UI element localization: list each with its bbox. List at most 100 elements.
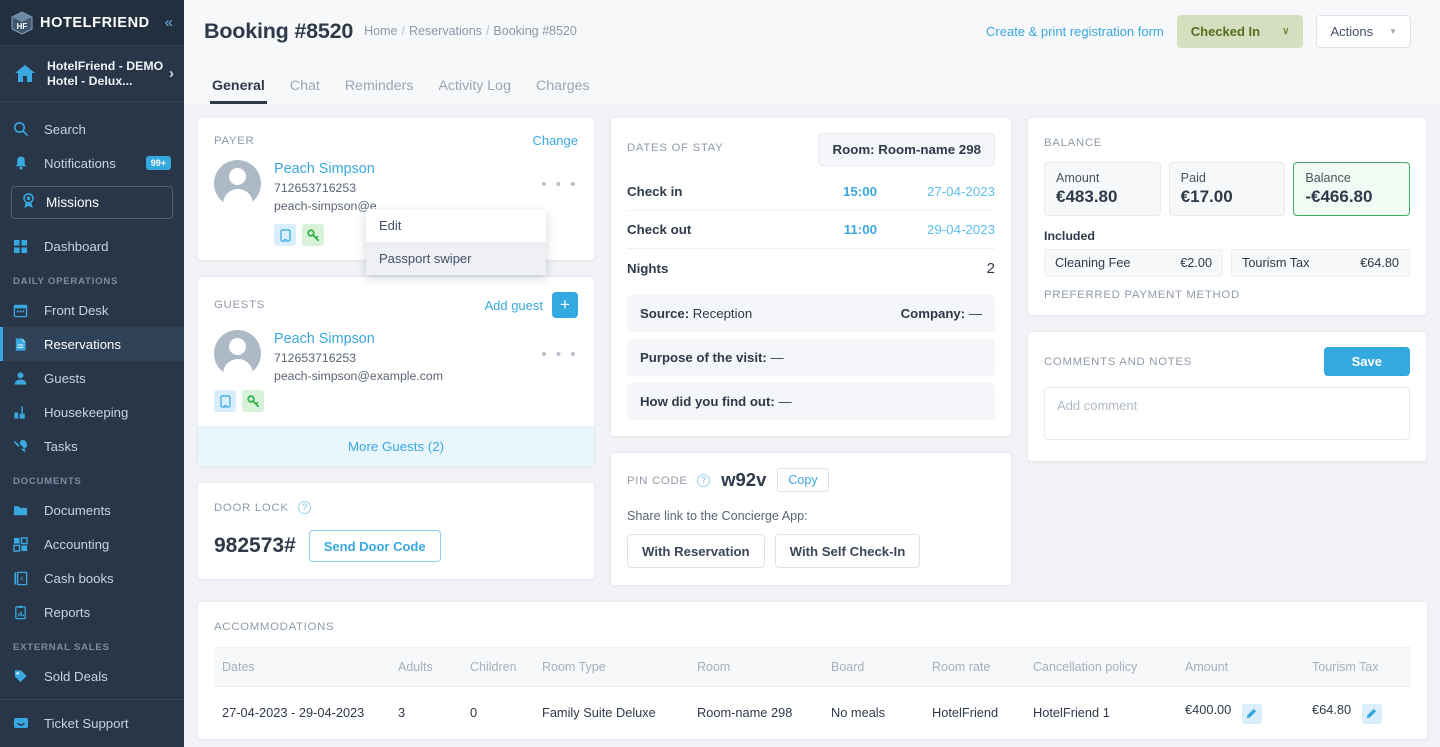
column-cancellation-policy[interactable]: Cancellation policy [1033,647,1185,687]
question-mark-icon[interactable]: ? [697,473,711,487]
table-row[interactable]: 27-04-2023 - 29-04-2023 3 0 Family Suite… [214,686,1411,739]
check-in-time[interactable]: 15:00 [767,184,877,199]
status-dropdown-button[interactable]: Checked In ∨ [1176,14,1304,48]
tab-reminders[interactable]: Reminders [345,78,414,104]
sidebar-item-cash-books[interactable]: € Cash books [0,561,184,595]
tab-activity-log[interactable]: Activity Log [438,78,511,104]
column-tourism-tax[interactable]: Tourism Tax [1312,647,1411,687]
sidebar-item-accounting[interactable]: Accounting [0,527,184,561]
cell-room-type: Family Suite Deluxe [542,686,697,739]
source-value: Reception [692,306,753,321]
sidebar-item-label: Missions [46,195,99,210]
mobile-phone-icon[interactable] [274,224,296,246]
payer-name[interactable]: Peach Simpson [274,160,541,179]
column-room[interactable]: Room [697,647,831,687]
check-out-label: Check out [627,222,692,237]
column-dates[interactable]: Dates [214,647,398,687]
breadcrumb-reservations[interactable]: Reservations [409,24,482,38]
actions-dropdown-button[interactable]: Actions ▼ [1316,14,1411,48]
actions-label: Actions [1330,23,1374,39]
sidebar-item-front-desk[interactable]: Front Desk [0,293,184,327]
menu-item-edit[interactable]: Edit [366,209,546,242]
copy-pin-button[interactable]: Copy [777,468,829,492]
column-children[interactable]: Children [470,647,542,687]
included-tourism-tax: Tourism Tax €64.80 [1231,249,1410,277]
key-icon[interactable] [242,390,264,412]
amount-box: Amount €483.80 [1044,162,1161,216]
check-out-date[interactable]: 29-04-2023 [877,222,995,237]
column-board[interactable]: Board [831,647,932,687]
menu-item-passport-swiper[interactable]: Passport swiper [366,242,546,275]
sidebar-item-label: Notifications [44,155,116,171]
pencil-icon[interactable] [1361,703,1382,724]
sidebar-item-label: Search [44,121,86,137]
column-room-rate[interactable]: Room rate [932,647,1033,687]
find-out-value: — [778,394,792,409]
sidebar-item-missions[interactable]: Missions [11,186,173,219]
send-door-code-button[interactable]: Send Door Code [308,530,441,562]
mobile-phone-icon[interactable] [214,390,236,412]
cell-dates: 27-04-2023 - 29-04-2023 [214,686,398,739]
room-button[interactable]: Room: Room-name 298 [818,133,995,166]
status-label: Checked In [1190,23,1261,39]
breadcrumb-separator: / [401,24,405,38]
guest-more-menu-button[interactable]: • • • [541,330,578,363]
more-guests-button[interactable]: More Guests (2) [198,426,594,466]
sidebar-collapse-icon[interactable]: « [161,14,173,31]
balance-value: -€466.80 [1305,187,1373,206]
find-out-row[interactable]: How did you find out: — [627,383,995,420]
sidebar-item-notifications[interactable]: Notifications 99+ [0,146,184,180]
search-icon [13,121,35,137]
payer-more-menu-button[interactable]: • • • [541,160,578,193]
check-out-time[interactable]: 11:00 [767,222,877,237]
question-mark-icon[interactable]: ? [298,500,312,514]
column-amount[interactable]: Amount [1185,647,1312,687]
pencil-icon[interactable] [1241,703,1262,724]
sidebar-item-reservations[interactable]: Reservations [0,327,184,361]
sidebar-item-search[interactable]: Search [0,112,184,146]
company-label: Company: [900,306,966,321]
with-reservation-button[interactable]: With Reservation [627,534,765,568]
sidebar-item-documents[interactable]: Documents [0,493,184,527]
middle-column: DATES OF STAY Room: Room-name 298 Check … [610,117,1012,586]
sidebar-item-housekeeping[interactable]: Housekeeping [0,395,184,429]
accommodations-card-title: ACCOMMODATIONS [214,621,335,633]
key-icon[interactable] [302,224,324,246]
column-adults[interactable]: Adults [398,647,470,687]
sidebar-section-title: DAILY OPERATIONS [13,276,119,287]
sidebar-item-ticket-support[interactable]: Ticket Support [0,706,184,740]
check-in-date[interactable]: 27-04-2023 [877,184,995,199]
purpose-row[interactable]: Purpose of the visit: — [627,339,995,376]
sidebar-logo[interactable]: HF HOTELFRIEND « [0,0,184,46]
add-guest-link[interactable]: Add guest [484,298,543,313]
comment-input[interactable] [1044,387,1410,440]
hotel-selector[interactable]: HotelFriend - DEMO Hotel - Delux... › [0,46,184,102]
breadcrumb-home[interactable]: Home [364,24,397,38]
with-self-checkin-button[interactable]: With Self Check-In [774,534,921,568]
tab-bar: General Chat Reminders Activity Log Char… [184,62,1440,104]
sidebar-item-reports[interactable]: Reports [0,595,184,629]
cell-room: Room-name 298 [697,686,831,739]
source-company-row: Source: Reception Company: — [627,295,995,332]
company-value: — [968,306,982,321]
column-room-type[interactable]: Room Type [542,647,697,687]
tab-general[interactable]: General [210,78,267,104]
tourism-tax-value: €64.80 [1360,256,1399,270]
sidebar-item-dashboard[interactable]: Dashboard [0,229,184,263]
guest-name[interactable]: Peach Simpson [274,330,541,349]
sidebar-item-tasks[interactable]: Tasks [0,429,184,463]
cell-tourism-tax: €64.80 [1312,686,1411,739]
create-print-registration-form-link[interactable]: Create & print registration form [986,24,1164,39]
guests-card-title: GUESTS [214,299,266,311]
sidebar-item-sold-deals[interactable]: Sold Deals [0,659,184,693]
right-column: BALANCE Amount €483.80 Paid €17.00 Balan… [1027,117,1427,462]
save-button[interactable]: Save [1323,347,1410,376]
chevron-right-icon[interactable]: › [164,65,174,82]
tab-chat[interactable]: Chat [290,78,320,104]
paid-box: Paid €17.00 [1168,162,1286,216]
amount-text: €400.00 [1185,702,1232,717]
change-payer-link[interactable]: Change [532,133,578,148]
sidebar-item-guests[interactable]: Guests [0,361,184,395]
tab-charges[interactable]: Charges [536,78,590,104]
plus-icon[interactable]: + [552,292,578,318]
